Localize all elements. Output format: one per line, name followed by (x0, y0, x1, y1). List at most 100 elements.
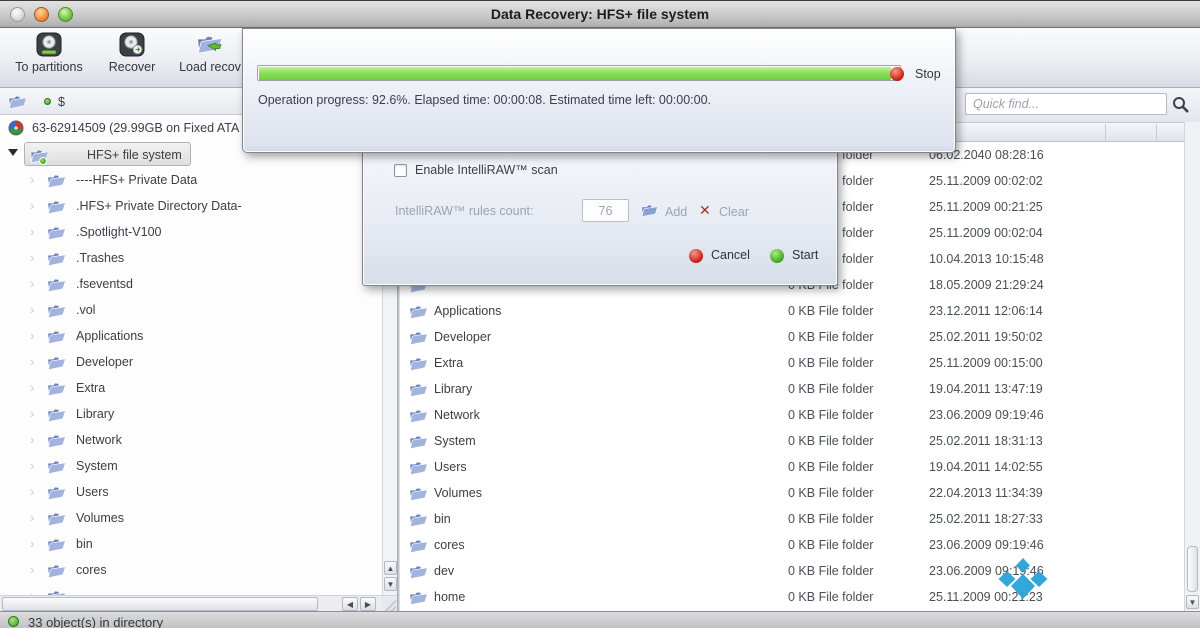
tree-item[interactable]: › .Spotlight-V100 (0, 219, 382, 245)
rules-count-input[interactable] (582, 199, 629, 222)
file-row[interactable]: home 0 KB File folder 25.11.2009 00:21:2… (400, 584, 1184, 610)
file-size-type: 0 KB File folder (788, 356, 873, 370)
cancel-dot-icon[interactable] (689, 249, 703, 263)
collapsed-chevron-icon[interactable]: › (30, 484, 34, 499)
collapsed-chevron-icon[interactable]: › (30, 198, 34, 213)
file-name: Network (434, 408, 480, 422)
load-recovery-button[interactable]: Load recov (170, 32, 250, 84)
file-name: Users (434, 460, 467, 474)
file-row[interactable]: dev 0 KB File folder 23.06.2009 09:19:46 (400, 558, 1184, 584)
tree-item[interactable]: › System (0, 453, 382, 479)
scroll-right-button[interactable]: ▶ (360, 597, 376, 611)
collapsed-chevron-icon[interactable]: › (30, 432, 34, 447)
clear-button[interactable]: Clear (719, 205, 749, 219)
tree-item[interactable]: › (0, 583, 382, 595)
file-date: 18.05.2009 21:29:24 (929, 278, 1044, 292)
tree-item[interactable]: › ----HFS+ Private Data (0, 167, 382, 193)
collapsed-chevron-icon[interactable]: › (30, 302, 34, 317)
file-row[interactable]: Applications 0 KB File folder 23.12.2011… (400, 298, 1184, 324)
file-row[interactable]: Extra 0 KB File folder 25.11.2009 00:15:… (400, 350, 1184, 376)
tree-item[interactable]: › Volumes (0, 505, 382, 531)
scroll-left-button[interactable]: ◀ (342, 597, 358, 611)
file-size-type: 0 KB File folder (788, 304, 873, 318)
tree-item[interactable]: › .Trashes (0, 245, 382, 271)
file-size-type: 0 KB File folder (788, 382, 873, 396)
scrollbar-thumb[interactable] (2, 597, 318, 611)
file-row[interactable]: cores 0 KB File folder 23.06.2009 09:19:… (400, 532, 1184, 558)
tree-item[interactable]: › .HFS+ Private Directory Data- (0, 193, 382, 219)
resize-grip[interactable] (381, 597, 396, 611)
column-divider[interactable] (1105, 124, 1106, 142)
file-row[interactable]: Users 0 KB File folder 19.04.2011 14:02:… (400, 454, 1184, 480)
tree-item[interactable]: › Network (0, 427, 382, 453)
file-name: System (434, 434, 476, 448)
column-divider[interactable] (1156, 124, 1157, 142)
status-green-dot-icon (8, 616, 19, 627)
tree-horizontal-scrollbar[interactable]: ◀ ▶ (0, 595, 397, 612)
folder-icon (46, 354, 68, 374)
add-button[interactable]: Add (665, 205, 687, 219)
tree-item[interactable]: › cores (0, 557, 382, 583)
file-row[interactable]: System 0 KB File folder 25.02.2011 18:31… (400, 428, 1184, 454)
file-row[interactable]: Developer 0 KB File folder 25.02.2011 19… (400, 324, 1184, 350)
collapsed-chevron-icon[interactable]: › (30, 406, 34, 421)
file-date: 19.04.2011 14:02:55 (929, 460, 1043, 474)
stop-dot-icon[interactable] (890, 67, 904, 81)
file-name: bin (434, 512, 451, 526)
collapsed-chevron-icon[interactable]: › (30, 536, 34, 551)
expanded-arrow-icon[interactable] (8, 149, 18, 156)
tree-item[interactable]: › Library (0, 401, 382, 427)
collapsed-chevron-icon[interactable]: › (30, 510, 34, 525)
start-button[interactable]: Start (792, 248, 818, 262)
collapsed-chevron-icon[interactable]: › (30, 562, 34, 577)
collapsed-chevron-icon[interactable]: › (30, 380, 34, 395)
file-row[interactable]: Library 0 KB File folder 19.04.2011 13:4… (400, 376, 1184, 402)
harddrive-partitions-icon (35, 32, 63, 58)
collapsed-chevron-icon[interactable]: › (30, 588, 34, 595)
tree-item[interactable]: › Applications (0, 323, 382, 349)
tree-item[interactable]: › Extra (0, 375, 382, 401)
recover-button[interactable]: Recover (100, 32, 164, 84)
cancel-button[interactable]: Cancel (711, 248, 750, 262)
collapsed-chevron-icon[interactable]: › (30, 250, 34, 265)
file-row[interactable]: Network 0 KB File folder 23.06.2009 09:1… (400, 402, 1184, 428)
title-bar[interactable]: Data Recovery: HFS+ file system (0, 0, 1200, 28)
tree-item[interactable]: › Users (0, 479, 382, 505)
clear-x-icon[interactable]: ✕ (699, 202, 711, 219)
folder-icon (408, 563, 430, 583)
tree-item[interactable]: › Developer (0, 349, 382, 375)
scroll-up-button[interactable]: ▲ (384, 561, 397, 575)
folder-load-icon (195, 32, 225, 58)
file-date: 25.02.2011 18:27:33 (929, 512, 1043, 526)
collapsed-chevron-icon[interactable]: › (30, 354, 34, 369)
list-vertical-scrollbar[interactable]: ▼ (1184, 122, 1200, 611)
status-dot-icon (44, 98, 51, 105)
scroll-down-button[interactable]: ▼ (384, 577, 397, 591)
collapsed-chevron-icon[interactable]: › (30, 328, 34, 343)
scroll-down-button[interactable]: ▼ (1186, 595, 1199, 609)
tree-item[interactable]: › .fseventsd (0, 271, 382, 297)
file-date: 23.12.2011 12:06:14 (929, 304, 1043, 318)
tree-item[interactable]: › bin (0, 531, 382, 557)
scrollbar-thumb[interactable] (1187, 546, 1198, 592)
file-row[interactable]: bin 0 KB File folder 25.02.2011 18:27:33 (400, 506, 1184, 532)
stop-button[interactable]: Stop (915, 67, 941, 81)
tree-item[interactable]: › .vol (0, 297, 382, 323)
collapsed-chevron-icon[interactable]: › (30, 276, 34, 291)
collapsed-chevron-icon[interactable]: › (30, 458, 34, 473)
intelliraw-checkbox[interactable] (394, 164, 407, 177)
collapsed-chevron-icon[interactable]: › (30, 172, 34, 187)
add-folder-icon[interactable] (640, 202, 660, 221)
app-window: To partitions Recover Load recov (0, 0, 1200, 628)
file-name: cores (434, 538, 465, 552)
quick-find-input[interactable] (965, 93, 1167, 115)
file-date: 25.11.2009 00:21:25 (929, 200, 1043, 214)
folder-icon (408, 433, 430, 453)
start-dot-icon[interactable] (770, 249, 784, 263)
tree-item-label: Users (76, 485, 109, 499)
to-partitions-button[interactable]: To partitions (4, 32, 94, 84)
file-row[interactable]: Volumes 0 KB File folder 22.04.2013 11:3… (400, 480, 1184, 506)
collapsed-chevron-icon[interactable]: › (30, 224, 34, 239)
tree-item-label: ----HFS+ Private Data (76, 173, 197, 187)
search-icon[interactable] (1172, 96, 1189, 116)
